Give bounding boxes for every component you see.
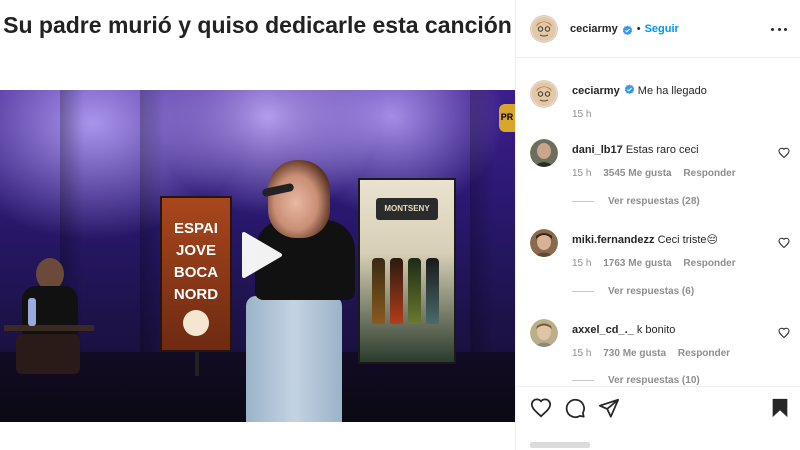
comment-text: Estas raro ceci xyxy=(625,144,699,156)
comment-time[interactable]: 15 h xyxy=(572,348,591,359)
comment-likes[interactable]: 1763 Me gusta xyxy=(603,258,671,269)
banner-espai-jove-text: ESPAI JOVE BOCA NORD xyxy=(173,220,219,303)
banner-montseny-brand: MONTSENY xyxy=(376,198,438,220)
video-caption: Su padre murió y quiso dedicarle esta ca… xyxy=(3,12,512,38)
banner-montseny: MONTSENY xyxy=(358,178,456,364)
verified-badge-icon xyxy=(622,23,633,36)
paper-plane-icon[interactable] xyxy=(598,397,620,419)
water-bottle xyxy=(28,298,36,326)
play-icon[interactable] xyxy=(230,226,288,284)
more-options-icon[interactable] xyxy=(771,22,787,36)
comment-time[interactable]: 15 h xyxy=(572,258,591,269)
comment-time[interactable]: 15 h xyxy=(572,109,591,120)
view-replies-label: Ver respuestas (10) xyxy=(608,375,700,385)
side-table xyxy=(4,325,94,331)
avatar[interactable] xyxy=(530,139,558,167)
comment-text: Ceci triste😔 xyxy=(657,234,718,246)
heart-icon[interactable] xyxy=(778,327,790,339)
comment-icon[interactable] xyxy=(564,397,586,419)
comment-username[interactable]: axxel_cd_._ xyxy=(572,324,634,336)
comment-meta: 15 h xyxy=(572,109,600,120)
banner-espai-jove: ESPAI JOVE BOCA NORD xyxy=(160,196,232,352)
divider xyxy=(572,200,594,202)
post-actions-bar xyxy=(516,386,800,426)
post-side-panel: ceciarmy • Seguir ceciarmy Me ha llegado… xyxy=(515,0,800,450)
heart-icon[interactable] xyxy=(778,237,790,249)
comment-item: dani_lb17 Estas raro ceci 15 h 3545 Me g… xyxy=(530,139,790,219)
comment-meta: 15 h 1763 Me gusta Responder xyxy=(572,258,736,269)
reply-button[interactable]: Responder xyxy=(678,348,730,359)
divider xyxy=(572,290,594,292)
header-username[interactable]: ceciarmy xyxy=(570,23,618,35)
comment-body: ceciarmy Me ha llegado xyxy=(572,84,762,98)
comment-likes[interactable]: 3545 Me gusta xyxy=(603,168,671,179)
divider xyxy=(572,379,594,381)
view-replies-label: Ver respuestas (6) xyxy=(608,286,695,297)
comment-body: axxel_cd_._ k bonito xyxy=(572,323,762,337)
bookmark-icon[interactable] xyxy=(769,397,791,419)
follow-button[interactable]: Seguir xyxy=(645,23,679,35)
comment-item: miki.fernandezz Ceci triste😔 15 h 1763 M… xyxy=(530,229,790,309)
post-media: Su padre murió y quiso dedicarle esta ca… xyxy=(0,0,515,450)
header-separator: • xyxy=(636,22,641,35)
beer-bottle xyxy=(390,258,403,324)
comment-item: axxel_cd_._ k bonito 15 h 730 Me gusta R… xyxy=(530,319,790,385)
view-replies-button[interactable]: Ver respuestas (28) xyxy=(572,196,700,207)
avatar[interactable] xyxy=(530,319,558,347)
comment-username[interactable]: dani_lb17 xyxy=(572,144,623,156)
beer-bottle xyxy=(426,258,439,324)
view-replies-button[interactable]: Ver respuestas (10) xyxy=(572,375,700,385)
view-replies-label: Ver respuestas (28) xyxy=(608,196,700,207)
avatar[interactable] xyxy=(530,80,558,108)
comment-body: dani_lb17 Estas raro ceci xyxy=(572,143,762,157)
heart-icon[interactable] xyxy=(530,397,552,419)
comment-text: k bonito xyxy=(636,324,676,336)
comment-username[interactable]: ceciarmy xyxy=(572,85,620,97)
reply-button[interactable]: Responder xyxy=(683,258,735,269)
avatar[interactable] xyxy=(530,229,558,257)
verified-badge-icon xyxy=(624,84,635,95)
comment-meta: 15 h 3545 Me gusta Responder xyxy=(572,168,736,179)
heart-icon[interactable] xyxy=(778,147,790,159)
comment-text: Me ha llegado xyxy=(637,85,707,97)
comment-time[interactable]: 15 h xyxy=(572,168,591,179)
singer xyxy=(246,296,342,422)
video-corner-badge: PR xyxy=(499,104,515,132)
comments-list: ceciarmy Me ha llegado 15 h dani_lb17 Es… xyxy=(516,59,800,385)
likes-summary-placeholder xyxy=(530,442,590,448)
comment-body: miki.fernandezz Ceci triste😔 xyxy=(572,233,762,247)
comment-username[interactable]: miki.fernandezz xyxy=(572,234,655,246)
seated-person xyxy=(16,258,80,378)
reply-button[interactable]: Responder xyxy=(683,168,735,179)
comment-meta: 15 h 730 Me gusta Responder xyxy=(572,348,730,359)
comment-likes[interactable]: 730 Me gusta xyxy=(603,348,666,359)
avatar[interactable] xyxy=(530,14,558,43)
banner-stand xyxy=(195,352,199,376)
beer-bottle xyxy=(408,258,421,324)
view-replies-button[interactable]: Ver respuestas (6) xyxy=(572,286,694,297)
beer-bottle xyxy=(372,258,385,324)
post-header: ceciarmy • Seguir xyxy=(516,0,800,58)
